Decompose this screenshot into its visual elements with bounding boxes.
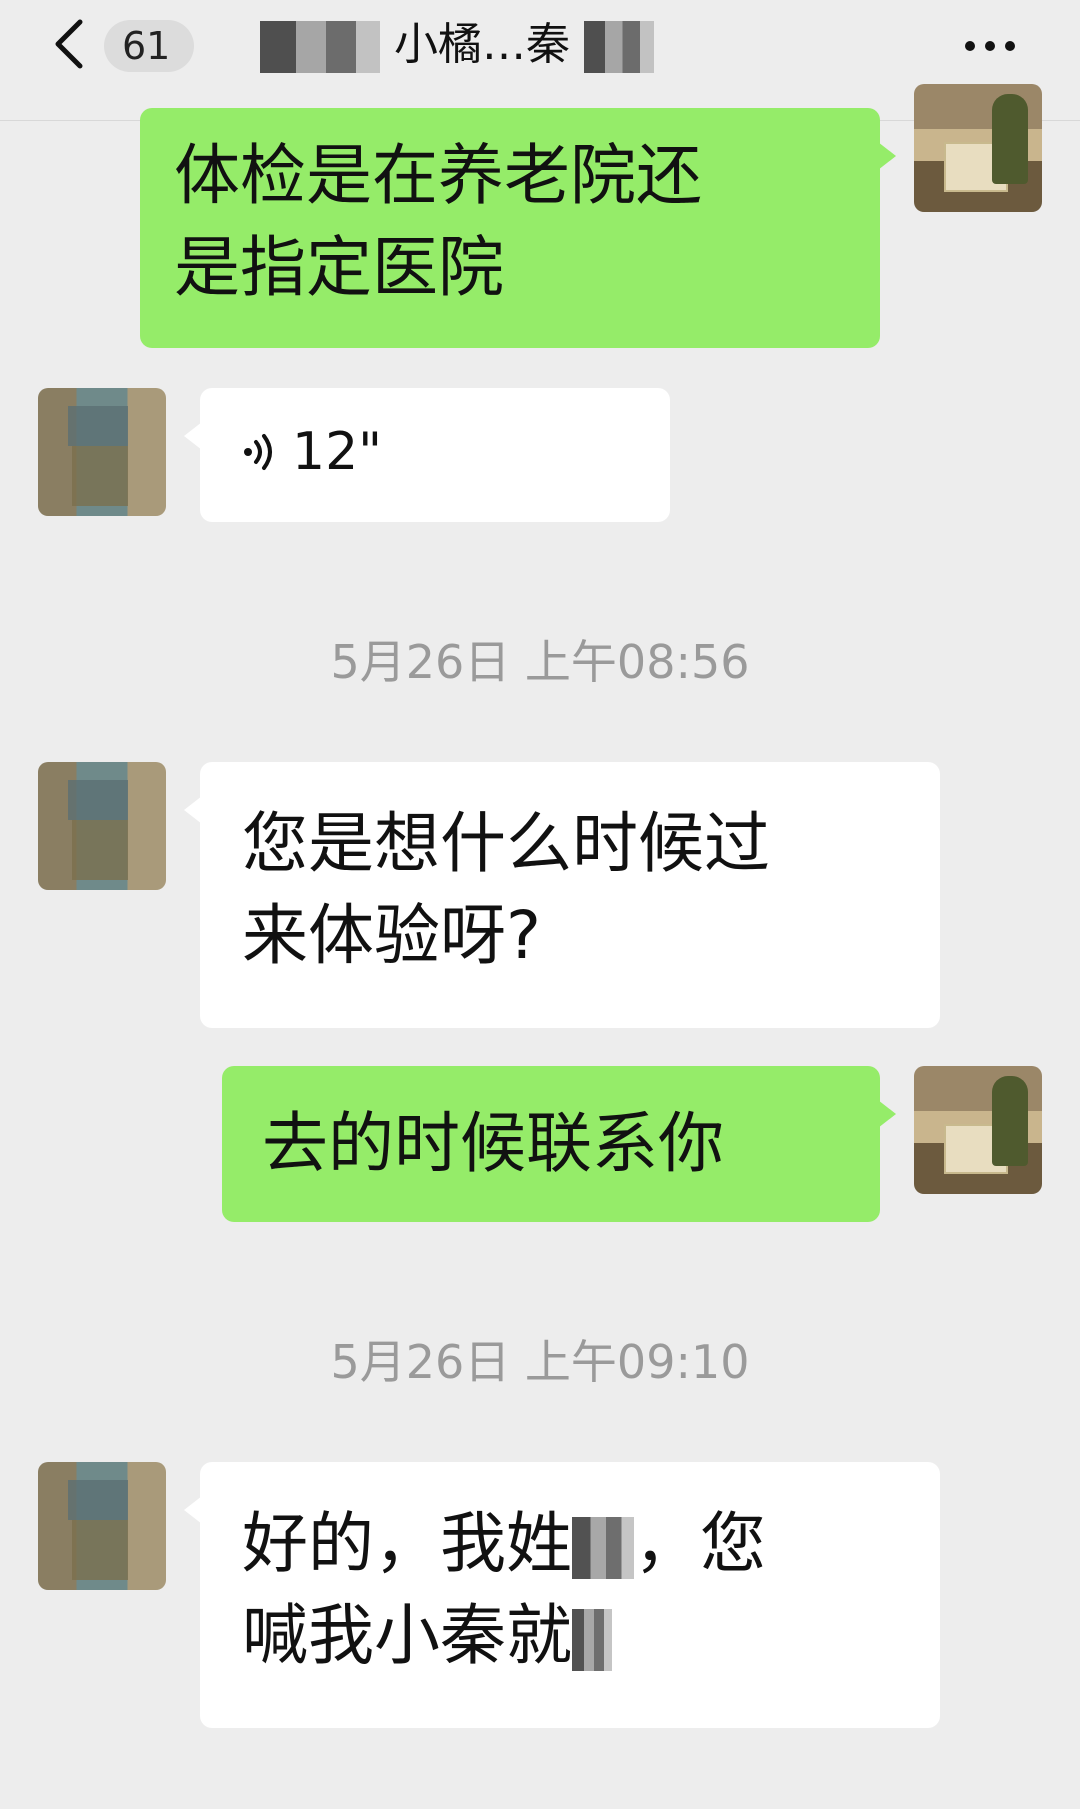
avatar-contact[interactable] <box>38 762 166 890</box>
redacted-name-mosaic <box>260 21 380 73</box>
redacted-text-mosaic <box>572 1608 612 1671</box>
avatar-image-detail <box>68 406 128 446</box>
more-options-button[interactable] <box>960 26 1020 66</box>
message-bubble-sent[interactable]: 去的时候联系你 <box>222 1066 896 1222</box>
avatar-self[interactable] <box>914 84 1042 212</box>
avatar-image-detail <box>992 1076 1028 1166</box>
avatar-image-detail <box>72 446 128 506</box>
redacted-surname-mosaic <box>572 1516 634 1579</box>
avatar-contact[interactable] <box>38 388 166 516</box>
message-text-segment: ，您 <box>634 1505 766 1582</box>
chat-title[interactable]: 小橘…秦 <box>260 14 780 76</box>
chevron-left-icon <box>55 19 83 69</box>
chat-title-text: 小橘…秦 <box>394 19 570 70</box>
message-text-line: 体检是在养老院还 <box>174 137 702 214</box>
avatar-self[interactable] <box>914 1066 1042 1194</box>
unread-count-badge[interactable]: 61 <box>104 20 194 72</box>
avatar-contact[interactable] <box>38 1462 166 1590</box>
message-bubble-sent[interactable]: 体检是在养老院还 是指定医院 <box>140 108 896 348</box>
message-text-line: 是指定医院 <box>174 229 504 306</box>
message-timestamp: 5月26日 上午09:10 <box>330 1335 750 1389</box>
message-text-line: 好的，我姓 ，您 <box>242 1498 898 1590</box>
avatar-image-detail <box>992 94 1028 184</box>
redacted-name-mosaic <box>584 21 654 73</box>
avatar-image-detail <box>72 1520 128 1580</box>
voice-message-bubble[interactable]: 12" <box>184 388 670 522</box>
message-text-line: 来体验呀? <box>242 897 542 974</box>
message-text-line: 喊我小秦就 <box>242 1590 898 1682</box>
message-text-segment: 喊我小秦就 <box>242 1597 572 1674</box>
voice-wave-icon <box>244 434 272 470</box>
avatar-image-detail <box>72 820 128 880</box>
avatar-image-detail <box>68 1480 128 1520</box>
more-dots-icon <box>965 41 1015 51</box>
message-bubble-received[interactable]: 您是想什么时候过 来体验呀? <box>184 762 940 1028</box>
back-button[interactable] <box>42 14 102 74</box>
message-bubble-received[interactable]: 好的，我姓 ，您 喊我小秦就 <box>184 1462 940 1728</box>
message-timestamp: 5月26日 上午08:56 <box>330 635 750 689</box>
message-text-segment: 好的，我姓 <box>242 1505 572 1582</box>
message-text-line: 您是想什么时候过 <box>242 805 770 882</box>
avatar-image-detail <box>68 780 128 820</box>
message-text-line: 去的时候联系你 <box>262 1105 724 1182</box>
voice-duration: 12" <box>292 422 383 482</box>
